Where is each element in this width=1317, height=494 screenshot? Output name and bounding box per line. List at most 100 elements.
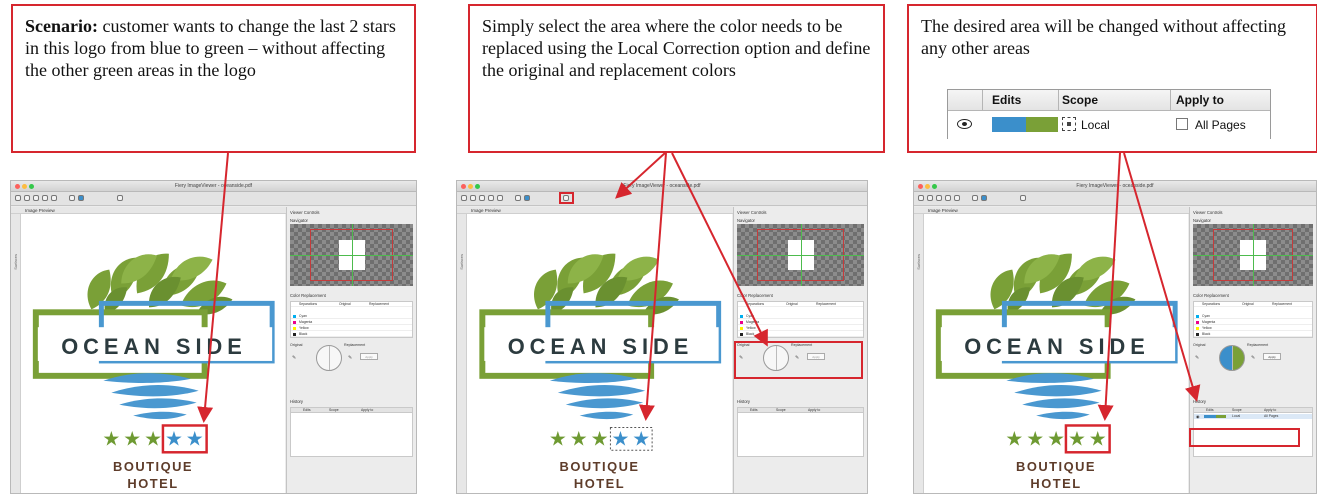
color-compare-circle [316,345,342,371]
logo-name: OCEAN SIDE [964,334,1149,359]
surfaces-sidebar[interactable]: Surfaces [11,214,21,493]
toolbar-button[interactable] [461,195,467,201]
image-preview[interactable]: OCEAN SIDE ★ ★ ★ ★ ★ BOUTIQUE HOTEL [924,214,1188,493]
callout-scenario: Scenario: customer wants to change the l… [11,4,416,153]
history-table-zoom: Edits Scope Apply to Local All Pages [947,89,1271,139]
viewer-controls-panel: Viewer Controls Navigator Color Replacem… [733,207,867,493]
tool-mode-button[interactable] [515,195,521,201]
window-title: Fiery ImageViewer - oceanside.pdf [1076,183,1154,189]
apply-to-value: All Pages [1195,118,1246,132]
toolbar-button[interactable] [33,195,39,201]
toolbar-button[interactable] [15,195,21,201]
eyedropper-icon[interactable]: ✎ [348,355,352,361]
star-row: ★ ★ ★ ★ ★ [1005,428,1106,450]
toolbar-button[interactable] [954,195,960,201]
svg-text:★: ★ [1005,428,1023,450]
eyedropper-icon[interactable]: ✎ [1251,355,1255,361]
callout-text: The desired area will be changed without… [921,16,1287,58]
navigator-label: Navigator [1193,218,1211,223]
window-title: Fiery ImageViewer - oceanside.pdf [623,183,701,189]
navigator-view[interactable] [737,224,864,286]
viewer-controls-label: Viewer Controls [290,210,320,215]
color-picker-highlight [734,341,863,379]
toolbar-button[interactable] [945,195,951,201]
toolbar-button[interactable] [42,195,48,201]
svg-text:★: ★ [102,428,120,450]
app-screenshot-select: Fiery ImageViewer - oceanside.pdf Image … [456,180,868,494]
original-color-swatch [992,117,1026,132]
toolbar-button[interactable] [51,195,57,201]
image-preview-header: Image Preview [928,208,958,213]
window-titlebar: Fiery ImageViewer - oceanside.pdf [11,181,416,192]
logo-line2: HOTEL [127,476,178,491]
toolbar-button[interactable] [927,195,933,201]
svg-text:★: ★ [1089,428,1107,450]
toolbar-button[interactable] [918,195,924,201]
apply-all-pages-checkbox[interactable] [1176,118,1188,130]
window-titlebar: Fiery ImageViewer - oceanside.pdf [914,181,1316,192]
color-picker-area: Original Replacement ✎ ✎ Apply [290,343,413,377]
toolbar-button[interactable] [470,195,476,201]
viewer-controls-panel: Viewer Controls Navigator Color Replacem… [286,207,416,493]
tool-mode-button[interactable] [524,195,530,201]
tool-mode-button[interactable] [78,195,84,201]
window-title: Fiery ImageViewer - oceanside.pdf [174,183,253,189]
surfaces-sidebar[interactable]: Surfaces [914,214,924,493]
tool-mode-button[interactable] [69,195,75,201]
toolbar-button[interactable] [936,195,942,201]
toolbar-button[interactable] [479,195,485,201]
toolbar-button[interactable] [497,195,503,201]
history-row[interactable]: ◉ Local All Pages [1194,414,1312,419]
svg-text:★: ★ [186,428,204,450]
toolbar-button[interactable] [488,195,494,201]
eye-icon[interactable]: ◉ [1196,414,1200,419]
history-label: History [1193,399,1207,404]
apply-button[interactable]: Apply [1263,353,1281,360]
tool-mode-button[interactable] [972,195,978,201]
separations-table: Separations Original Replacement Cyan Mage… [290,301,413,338]
apply-button[interactable]: Apply [360,353,378,360]
svg-text:★: ★ [144,428,162,450]
eye-icon[interactable] [957,119,972,129]
logo-name: OCEAN SIDE [61,334,246,359]
star-row: ★ ★ ★ ★ ★ [102,428,203,450]
toolbar [457,192,867,206]
svg-text:★: ★ [1026,428,1044,450]
callout-lead: Scenario: [25,16,98,36]
tool-mode-button[interactable] [981,195,987,201]
local-correction-button[interactable] [1020,195,1026,201]
waves [1006,373,1102,420]
surfaces-sidebar[interactable]: Surfaces [457,214,467,493]
star-row: ★ ★ ★ ★ ★ [549,428,650,450]
history-table: Edits Scope Apply to [737,407,864,457]
eyedropper-icon[interactable]: ✎ [292,355,296,361]
viewer-controls-label: Viewer Controls [737,210,767,215]
toolbar-button[interactable] [24,195,30,201]
local-correction-button[interactable] [117,195,123,201]
svg-text:★: ★ [570,428,588,450]
image-preview[interactable]: OCEAN SIDE ★ ★ ★ ★ ★ BOUTIQUE HOTEL [21,214,285,493]
sidebar-label: Surfaces [13,254,18,270]
eyedropper-icon[interactable]: ✎ [1195,355,1199,361]
history-row[interactable]: Local All Pages [948,111,1270,139]
navigator-label: Navigator [290,218,308,223]
svg-text:★: ★ [632,428,650,450]
image-preview[interactable]: OCEAN SIDE ★ ★ ★ ★ ★ BOUTIQUE HOTEL [467,214,732,493]
ocean-side-logo: OCEAN SIDE ★ ★ ★ ★ ★ BOUTIQUE HOTEL [32,253,275,491]
history-label: History [737,399,751,404]
edits-header: Edits [992,93,1022,107]
ocean-side-logo: OCEAN SIDE ★ ★ ★ ★ ★ BOUTIQUE HOTEL [479,253,722,491]
color-picker-area: Original Replacement ✎ ✎ Apply [1193,343,1313,377]
separations-table: Separations Original Replacement Cyan Mage… [1193,301,1313,338]
local-scope-icon [1062,117,1076,131]
logo-line1: BOUTIQUE [560,459,640,474]
navigator-view[interactable] [1193,224,1313,286]
window-titlebar: Fiery ImageViewer - oceanside.pdf [457,181,867,192]
navigator-view[interactable] [290,224,413,286]
sidebar-label: Surfaces [459,254,464,270]
logo-name: OCEAN SIDE [508,334,693,359]
separations-table: Separations Original Replacement Cyan Mage… [737,301,864,338]
svg-text:★: ★ [591,428,609,450]
replacement-color-swatch [1026,117,1058,132]
toolbar [11,192,416,206]
